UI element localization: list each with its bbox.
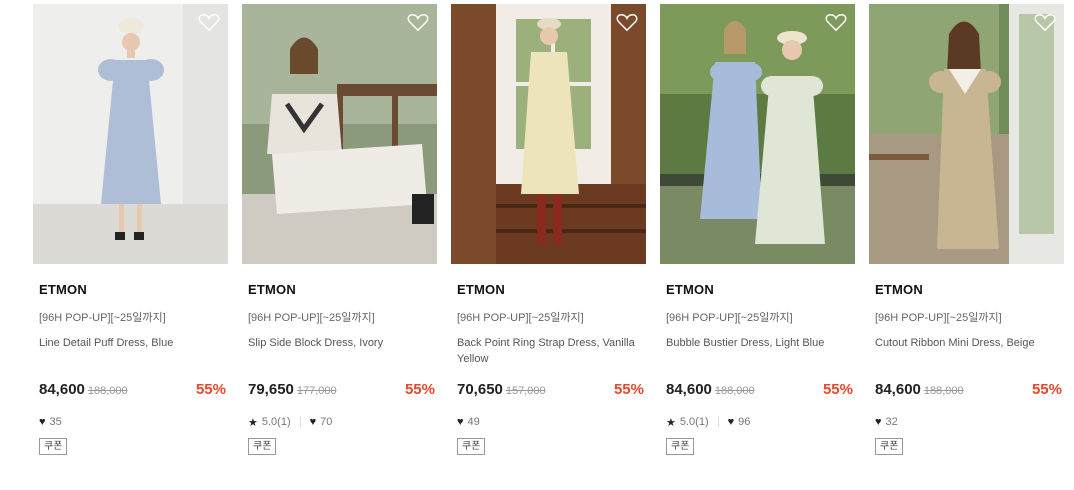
product-card[interactable]: ETMON [96H POP-UP][~25일까지] Line Detail P… [33,4,228,455]
discount-rate: 55% [613,381,644,398]
like-count: 96 [738,416,751,428]
promo-tag: [96H POP-UP][~25일까지] [39,312,166,324]
price-row: 70,650 157,000 55% [457,381,646,401]
heart-filled-icon: ♥ [457,416,464,428]
product-photo [451,4,646,264]
discount-rate: 55% [1031,381,1062,398]
brand-name[interactable]: ETMON [248,282,437,297]
sale-price: 79,650 [248,381,294,398]
like-count: 49 [467,416,480,428]
promo-tag: [96H POP-UP][~25일까지] [457,312,584,324]
discount-rate: 55% [195,381,226,398]
product-name[interactable]: Back Point Ring Strap Dress, Vanilla Yel… [457,335,646,369]
coupon-badge: 쿠폰 [875,438,904,455]
product-photo [242,4,437,264]
meta-divider [717,417,719,427]
sale-price: 84,600 [39,381,85,398]
product-card[interactable]: ETMON [96H POP-UP][~25일까지] Bubble Bustie… [660,4,855,455]
rating-value: 5.0(1) [679,416,709,428]
heart-filled-icon: ♥ [39,416,46,428]
product-image[interactable] [242,4,437,264]
product-meta: ★ 5.0(1) ♥ 96 [666,415,855,429]
price-row: 84,600 188,000 55% [666,381,855,401]
product-image[interactable] [660,4,855,264]
original-price: 177,000 [296,385,337,397]
promo-tag: [96H POP-UP][~25일까지] [248,312,375,324]
brand-name[interactable]: ETMON [457,282,646,297]
product-name[interactable]: Line Detail Puff Dress, Blue [39,335,228,369]
discount-rate: 55% [822,381,853,398]
price-row: 84,600 188,000 55% [875,381,1064,401]
product-grid: ETMON [96H POP-UP][~25일까지] Line Detail P… [33,4,1064,455]
product-meta: ★ 5.0(1) ♥ 70 [248,415,437,429]
brand-name[interactable]: ETMON [666,282,855,297]
like-count: 70 [320,416,333,428]
star-icon: ★ [248,416,258,429]
product-meta: ♥ 35 [39,415,228,429]
product-image[interactable] [33,4,228,264]
like-count: 35 [49,416,62,428]
original-price: 188,000 [714,385,755,397]
product-meta: ♥ 49 [457,415,646,429]
promo-tag: [96H POP-UP][~25일까지] [875,312,1002,324]
product-card[interactable]: ETMON [96H POP-UP][~25일까지] Cutout Ribbon… [869,4,1064,455]
price-row: 79,650 177,000 55% [248,381,437,401]
product-card[interactable]: ETMON [96H POP-UP][~25일까지] Slip Side Blo… [242,4,437,455]
coupon-badge: 쿠폰 [248,438,277,455]
heart-filled-icon: ♥ [727,416,735,428]
product-photo [660,4,855,264]
original-price: 188,000 [87,385,128,397]
product-name[interactable]: Cutout Ribbon Mini Dress, Beige [875,335,1064,369]
wishlist-heart-icon[interactable] [616,12,638,32]
wishlist-heart-icon[interactable] [407,12,429,32]
meta-divider [299,417,301,427]
brand-name[interactable]: ETMON [875,282,1064,297]
coupon-badge: 쿠폰 [666,438,695,455]
sale-price: 70,650 [457,381,503,398]
coupon-badge: 쿠폰 [457,438,486,455]
promo-tag: [96H POP-UP][~25일까지] [666,312,793,324]
original-price: 188,000 [923,385,964,397]
wishlist-heart-icon[interactable] [198,12,220,32]
wishlist-heart-icon[interactable] [825,12,847,32]
coupon-badge: 쿠폰 [39,438,68,455]
product-meta: ♥ 32 [875,415,1064,429]
product-photo [33,4,228,264]
sale-price: 84,600 [875,381,921,398]
product-name[interactable]: Slip Side Block Dress, Ivory [248,335,437,369]
product-image[interactable] [869,4,1064,264]
product-name[interactable]: Bubble Bustier Dress, Light Blue [666,335,855,369]
wishlist-heart-icon[interactable] [1034,12,1056,32]
brand-name[interactable]: ETMON [39,282,228,297]
product-image[interactable] [451,4,646,264]
star-icon: ★ [666,416,676,429]
product-photo [869,4,1064,264]
sale-price: 84,600 [666,381,712,398]
rating-value: 5.0(1) [261,416,291,428]
price-row: 84,600 188,000 55% [39,381,228,401]
original-price: 157,000 [505,385,546,397]
discount-rate: 55% [404,381,435,398]
like-count: 32 [885,416,898,428]
heart-filled-icon: ♥ [875,416,882,428]
heart-filled-icon: ♥ [309,416,317,428]
product-card[interactable]: ETMON [96H POP-UP][~25일까지] Back Point Ri… [451,4,646,455]
